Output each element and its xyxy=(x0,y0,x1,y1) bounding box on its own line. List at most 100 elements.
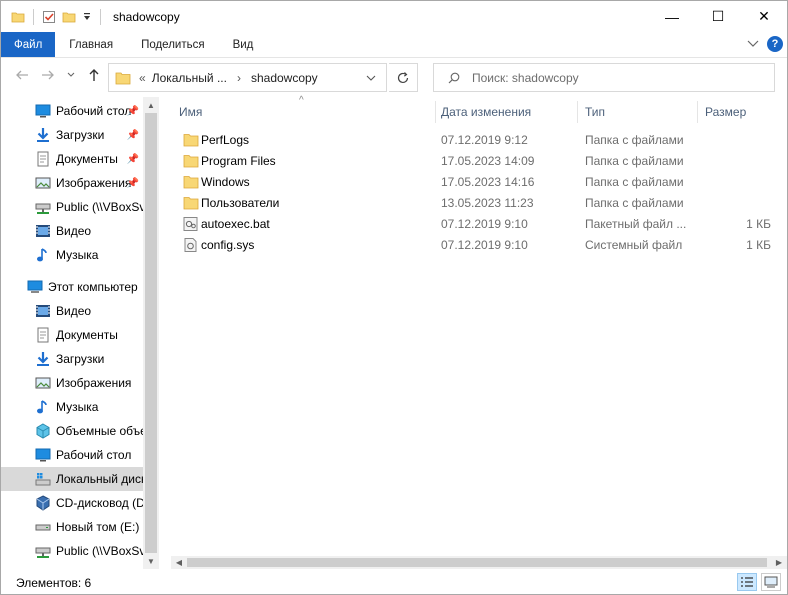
nav-scrollbar[interactable]: ▲ ▼ xyxy=(143,97,159,569)
help-button[interactable]: ? xyxy=(767,36,783,52)
status-bar: Элементов: 6 xyxy=(1,571,787,594)
nav-pc-3d-objects[interactable]: Объемные объекты xyxy=(1,419,143,443)
maximize-button[interactable]: ☐ xyxy=(695,1,741,32)
music-icon xyxy=(37,248,47,262)
column-header-date[interactable]: Дата изменения xyxy=(433,97,577,127)
nav-label: Рабочий стол xyxy=(56,104,132,118)
column-header-name[interactable]: Имя xyxy=(171,97,435,127)
forward-arrow-icon[interactable] xyxy=(41,68,55,82)
column-header-size[interactable]: Размер xyxy=(697,97,777,127)
file-row[interactable]: autoexec.bat 07.12.2019 9:10 Пакетный фа… xyxy=(171,214,777,235)
properties-icon[interactable] xyxy=(42,10,56,24)
file-row[interactable]: Program Files 17.05.2023 14:09 Папка с ф… xyxy=(171,151,777,172)
nav-quick-documents[interactable]: Документы 📌 xyxy=(1,147,143,171)
address-row: « Локальный ... › shadowcopy xyxy=(1,59,787,95)
nav-label: Видео xyxy=(56,304,92,318)
folder-icon xyxy=(183,176,199,189)
nav-label: Документы xyxy=(56,328,118,342)
breadcrumb-shadowcopy[interactable]: shadowcopy xyxy=(251,71,318,85)
up-arrow-icon[interactable] xyxy=(87,68,101,82)
tab-file[interactable]: Файл xyxy=(1,32,56,57)
file-name: Пользователи xyxy=(201,196,280,210)
nav-pc-pictures[interactable]: Изображения xyxy=(1,371,143,395)
nav-pc-downloads[interactable]: Загрузки xyxy=(1,347,143,371)
nav-pc-documents[interactable]: Документы xyxy=(1,323,143,347)
toolbar-divider xyxy=(100,8,101,25)
file-date: 17.05.2023 14:16 xyxy=(441,175,535,189)
new-folder-icon[interactable] xyxy=(62,10,76,24)
videos-icon xyxy=(36,305,50,317)
view-switcher xyxy=(737,573,781,591)
breadcrumb-separator[interactable]: › xyxy=(237,71,241,85)
nav-label: Локальный диск (C:) xyxy=(56,472,143,486)
file-size: 1 КБ xyxy=(746,217,771,231)
nav-this-pc[interactable]: Этот компьютер xyxy=(1,275,143,299)
customize-toolbar-icon[interactable] xyxy=(82,11,92,23)
downloads-icon xyxy=(37,352,49,366)
pin-icon: 📌 xyxy=(126,129,139,141)
file-type: Папка с файлами xyxy=(585,133,684,147)
address-dropdown-icon[interactable] xyxy=(366,75,376,81)
nav-label: Public (\\VBoxSvr) xyxy=(56,544,143,558)
nav-pc-new-volume[interactable]: Новый том (E:) xyxy=(1,515,143,539)
breadcrumb-local-disk[interactable]: Локальный ... xyxy=(152,71,227,85)
address-bar[interactable]: « Локальный ... › shadowcopy xyxy=(108,63,387,92)
file-type: Пакетный файл ... xyxy=(585,217,687,231)
nav-label: Новый том (E:) xyxy=(56,520,140,534)
nav-quick-pictures[interactable]: Изображения 📌 xyxy=(1,171,143,195)
expand-ribbon-icon[interactable] xyxy=(747,40,759,48)
quick-access-toolbar xyxy=(1,8,103,25)
horizontal-scrollbar[interactable]: ◀ ▶ xyxy=(171,556,787,569)
computer-icon xyxy=(27,280,43,293)
nav-quick-videos[interactable]: Видео xyxy=(1,219,143,243)
recent-locations-icon[interactable] xyxy=(67,72,75,78)
file-row[interactable]: Windows 17.05.2023 14:16 Папка с файлами xyxy=(171,172,777,193)
folder-icon xyxy=(11,12,25,22)
file-date: 07.12.2019 9:10 xyxy=(441,238,528,252)
search-box[interactable] xyxy=(433,63,775,92)
scrollbar-thumb[interactable] xyxy=(145,113,157,553)
details-view-button[interactable] xyxy=(737,573,757,591)
scrollbar-thumb[interactable] xyxy=(187,558,767,567)
nav-quick-music[interactable]: Музыка xyxy=(1,243,143,267)
drive-icon xyxy=(35,524,51,531)
tab-home[interactable]: Главная xyxy=(55,32,127,57)
search-input[interactable] xyxy=(472,70,752,85)
scroll-right-icon[interactable]: ▶ xyxy=(771,556,787,569)
nav-pc-public[interactable]: Public (\\VBoxSvr) xyxy=(1,539,143,563)
tab-view[interactable]: Вид xyxy=(219,32,268,57)
nav-label: Рабочий стол xyxy=(56,448,132,462)
file-date: 13.05.2023 11:23 xyxy=(441,196,534,210)
nav-label: Изображения xyxy=(56,176,132,190)
file-row[interactable]: Пользователи 13.05.2023 11:23 Папка с фа… xyxy=(171,193,777,214)
minimize-button[interactable]: — xyxy=(649,1,695,32)
nav-pc-cd-drive[interactable]: CD-дисковод (D:) xyxy=(1,491,143,515)
column-header-type[interactable]: Тип xyxy=(577,97,697,127)
back-arrow-icon[interactable] xyxy=(15,68,29,82)
nav-pc-desktop[interactable]: Рабочий стол xyxy=(1,443,143,467)
nav-quick-desktop[interactable]: Рабочий стол 📌 xyxy=(1,99,143,123)
file-row[interactable]: config.sys 07.12.2019 9:10 Системный фай… xyxy=(171,235,777,256)
refresh-button[interactable] xyxy=(389,63,418,92)
nav-pc-music[interactable]: Музыка xyxy=(1,395,143,419)
nav-label: Музыка xyxy=(56,248,99,262)
file-date: 17.05.2023 14:09 xyxy=(441,154,535,168)
nav-pc-videos[interactable]: Видео xyxy=(1,299,143,323)
folder-icon xyxy=(183,134,199,147)
nav-label: Изображения xyxy=(56,376,132,390)
file-name: PerfLogs xyxy=(201,133,250,147)
scroll-up-icon[interactable]: ▲ xyxy=(143,97,159,113)
nav-quick-downloads[interactable]: Загрузки 📌 xyxy=(1,123,143,147)
close-button[interactable]: ✕ xyxy=(741,1,787,32)
nav-pc-local-disk[interactable]: Локальный диск (C:) xyxy=(1,467,143,491)
scroll-left-icon[interactable]: ◀ xyxy=(171,556,187,569)
address-overflow[interactable]: « xyxy=(139,71,146,85)
nav-label: Объемные объекты xyxy=(56,424,143,438)
window-controls: — ☐ ✕ xyxy=(649,1,787,32)
large-icons-view-button[interactable] xyxy=(761,573,781,591)
pin-icon: 📌 xyxy=(126,177,139,189)
tab-share[interactable]: Поделиться xyxy=(127,32,219,57)
file-row[interactable]: PerfLogs 07.12.2019 9:12 Папка с файлами xyxy=(171,130,777,151)
nav-quick-public[interactable]: Public (\\VBoxSvr) xyxy=(1,195,143,219)
scroll-down-icon[interactable]: ▼ xyxy=(143,553,159,569)
